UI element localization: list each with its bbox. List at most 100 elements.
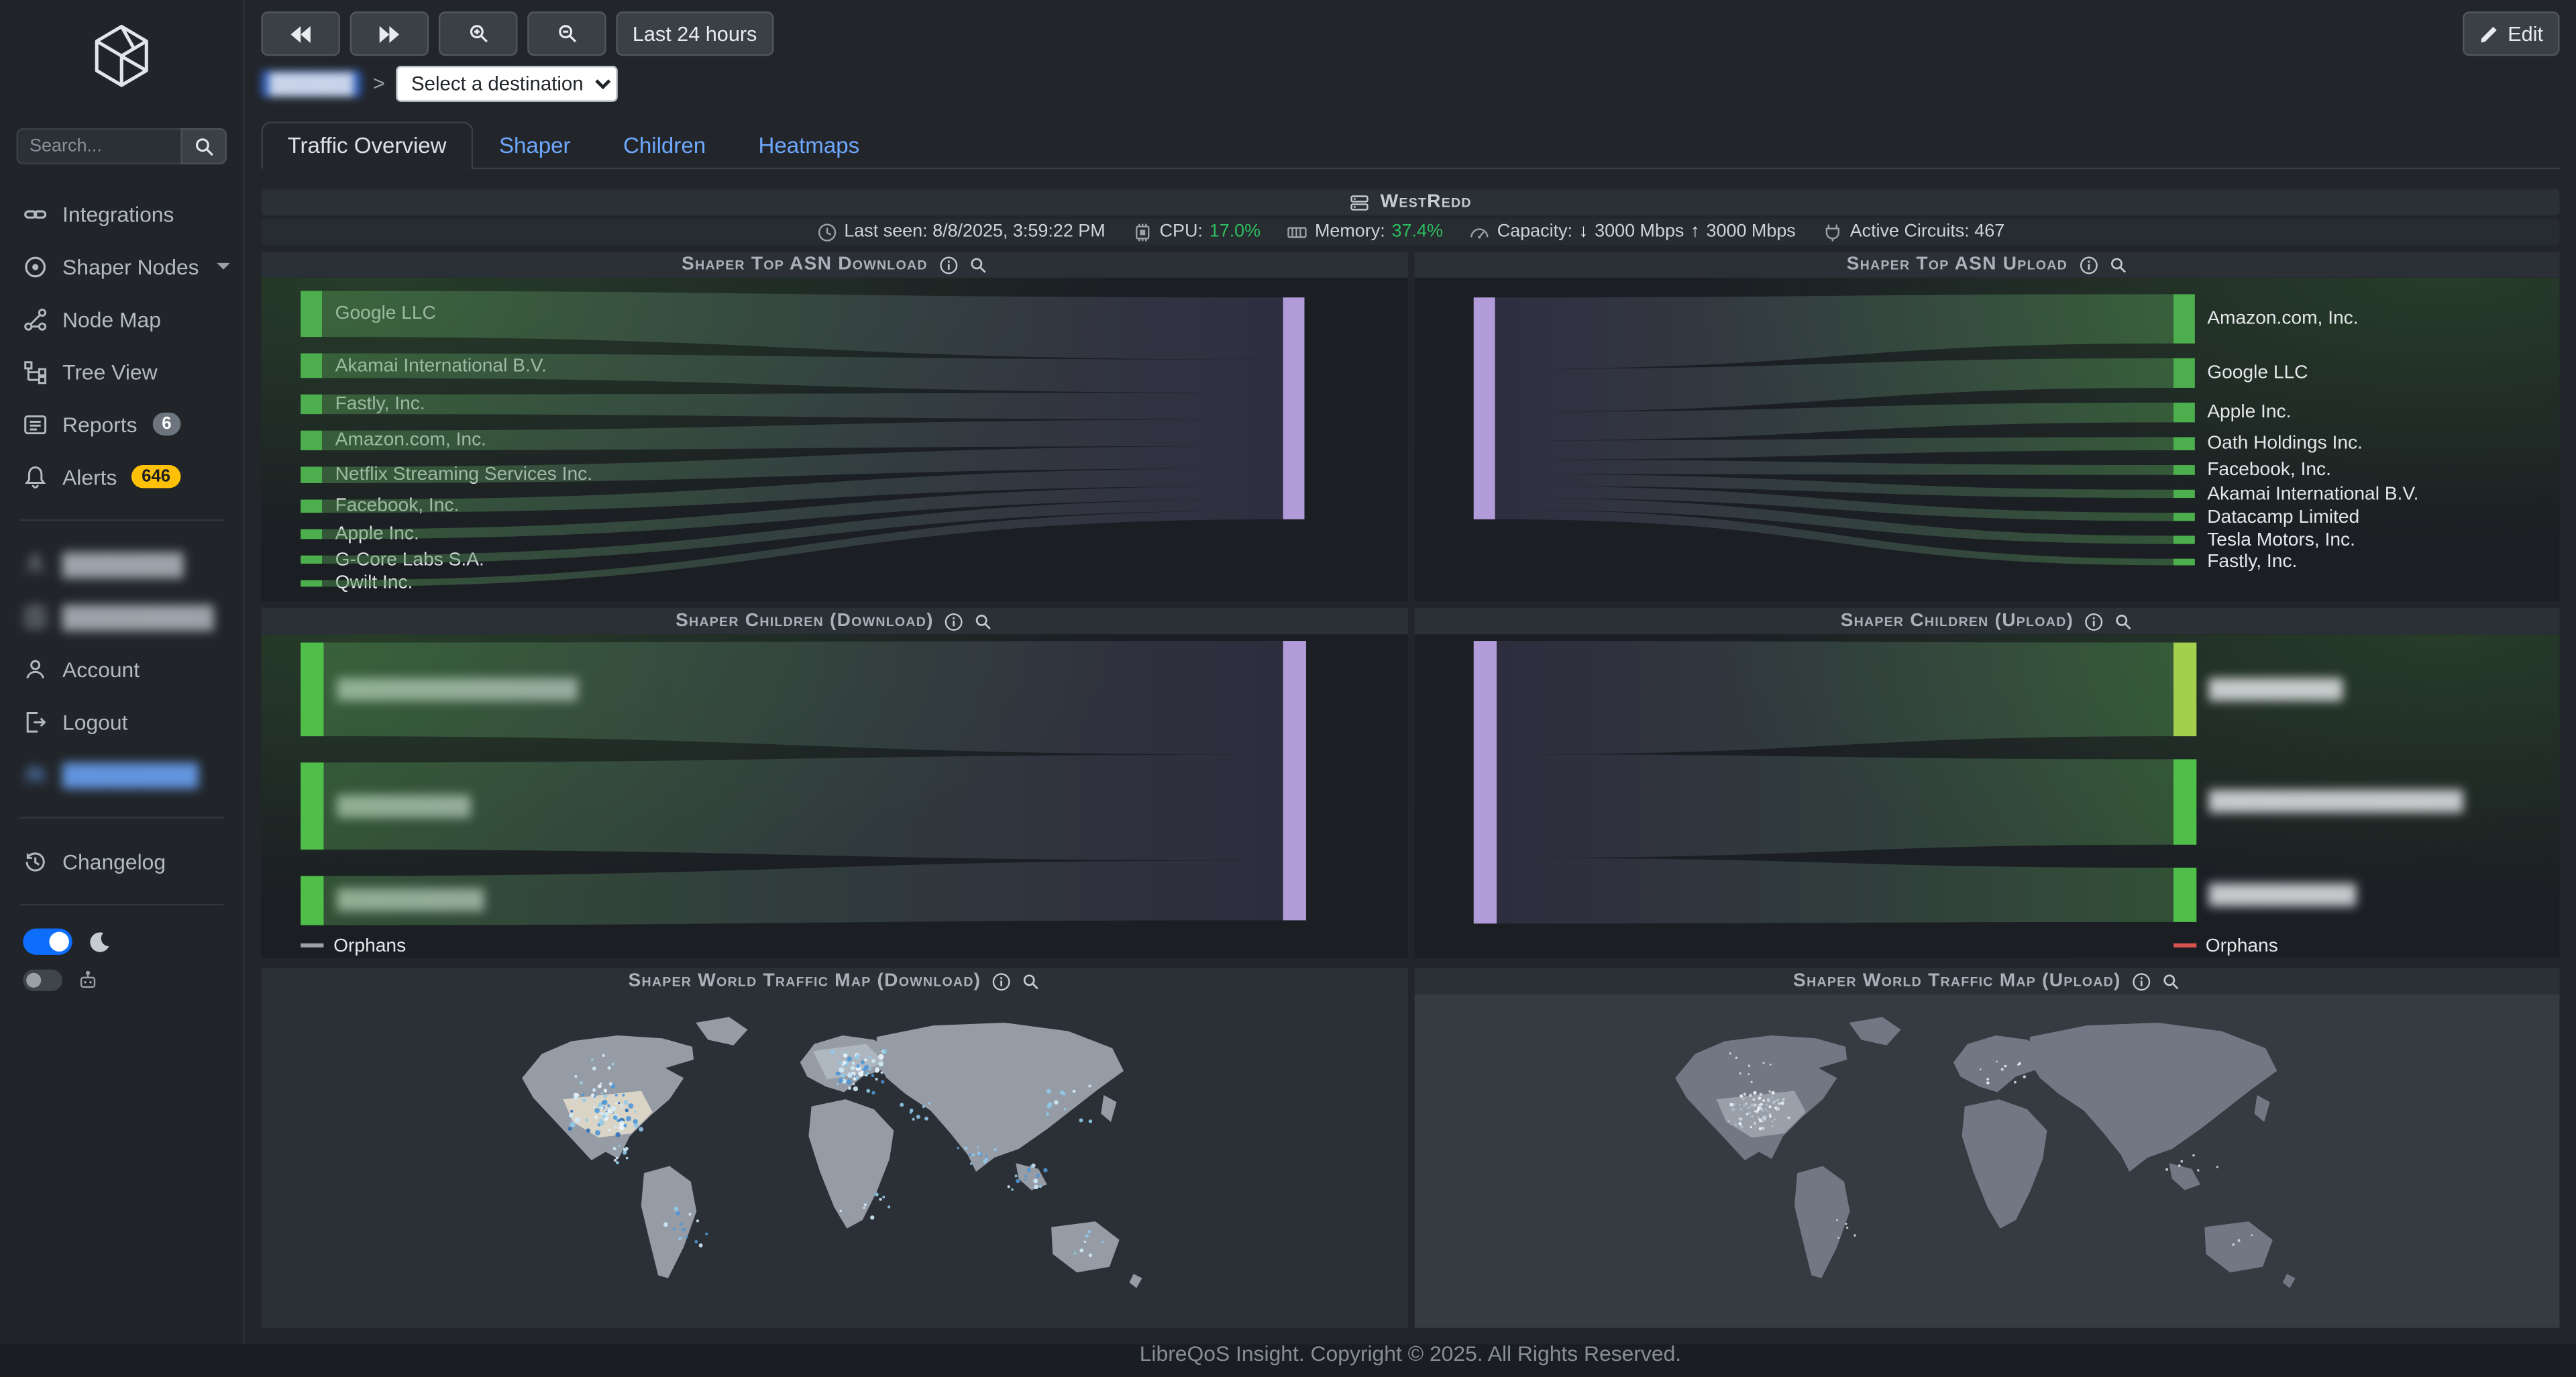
- time-range-label: Last 24 hours: [633, 22, 757, 45]
- sidebar-item-changelog[interactable]: Changelog: [0, 835, 243, 887]
- stat-memory: Memory:37.4%: [1287, 221, 1443, 242]
- info-icon[interactable]: [992, 972, 1010, 990]
- gauge-icon: [1469, 221, 1491, 242]
- sidebar-item-label: Reports: [62, 411, 138, 436]
- person-badge-icon: [23, 604, 48, 629]
- info-icon[interactable]: [945, 612, 963, 630]
- breadcrumb-separator: >: [373, 72, 385, 95]
- zoom-in-icon: [468, 23, 489, 44]
- stat-capacity: Capacity: ↓3000 Mbps ↑3000 Mbps: [1469, 221, 1796, 242]
- info-icon[interactable]: [2133, 972, 2151, 990]
- sidebar-item-user-redacted-2[interactable]: ██████████: [0, 590, 243, 642]
- world-map-upload: [1413, 994, 2559, 1328]
- edit-button[interactable]: Edit: [2463, 11, 2559, 56]
- info-icon[interactable]: [2085, 612, 2103, 630]
- up-arrow: ↑: [1690, 222, 1699, 242]
- node-name: WestRedd: [1381, 193, 1472, 212]
- world-map-svg: [261, 994, 1407, 1328]
- magnifier-icon[interactable]: [969, 256, 987, 274]
- person-icon: [23, 656, 48, 681]
- rewind-icon: [289, 24, 312, 44]
- sidebar-item-redacted-link[interactable]: █████████: [0, 748, 243, 800]
- server-icon: [1349, 191, 1371, 213]
- time-back-button[interactable]: [261, 11, 340, 56]
- sidebar-item-logout[interactable]: Logout: [0, 695, 243, 748]
- sidebar-item-user-redacted-1[interactable]: ████████: [0, 538, 243, 590]
- people-icon: [23, 762, 48, 786]
- destination-select[interactable]: Select a destination: [396, 66, 619, 102]
- chevron-down-icon: [217, 263, 231, 270]
- search-button[interactable]: [180, 128, 227, 164]
- memory-value: 37.4%: [1392, 222, 1443, 242]
- tab-heatmaps[interactable]: Heatmaps: [732, 121, 885, 169]
- divider: [19, 519, 223, 521]
- alerts-badge: 646: [131, 464, 180, 489]
- footer: LibreQoS Insight. Copyright © 2025. All …: [261, 1328, 2559, 1377]
- sidebar-item-label: Tree View: [62, 359, 158, 384]
- world-map-svg: [1413, 994, 2559, 1328]
- stat-last-seen: Last seen: 8/8/2025, 3:59:22 PM: [816, 221, 1106, 242]
- sidebar-item-alerts[interactable]: Alerts 646: [0, 450, 243, 503]
- sidebar-item-integrations[interactable]: Integrations: [0, 187, 243, 240]
- info-icon[interactable]: [2079, 256, 2097, 274]
- magnifier-icon[interactable]: [2108, 256, 2127, 274]
- sidebar-item-account[interactable]: Account: [0, 643, 243, 695]
- magnifier-icon[interactable]: [2162, 972, 2180, 990]
- sidebar-item-label: ████████: [62, 552, 183, 576]
- sidebar-item-label: Node Map: [62, 307, 161, 332]
- edit-label: Edit: [2508, 22, 2543, 45]
- sidebar-item-label: Account: [62, 656, 140, 681]
- time-forward-button[interactable]: [350, 11, 429, 56]
- search-icon: [193, 136, 215, 157]
- sidebar-item-label: Logout: [62, 709, 127, 734]
- sidebar-item-tree-view[interactable]: Tree View: [0, 345, 243, 397]
- toolbar: Last 24 hours Edit: [261, 13, 2559, 54]
- sidebar-item-reports[interactable]: Reports 6: [0, 398, 243, 450]
- app-logo[interactable]: [0, 0, 243, 115]
- tab-children[interactable]: Children: [597, 121, 733, 169]
- cube-logo-icon: [85, 19, 158, 92]
- panel-children-download: Shaper Children (Download) █████████████…: [261, 608, 1407, 958]
- panel-title: Shaper Children (Upload): [1841, 611, 2074, 631]
- plug-icon: [1822, 221, 1843, 242]
- panel-title: Shaper World Traffic Map (Download): [628, 971, 981, 990]
- sidebar-item-label: Integrations: [62, 201, 174, 226]
- panel-title: Shaper World Traffic Map (Upload): [1793, 971, 2121, 990]
- cpu-icon: [1132, 221, 1153, 242]
- magnifier-icon[interactable]: [1022, 972, 1040, 990]
- secondary-toggle[interactable]: [23, 970, 62, 991]
- magnifier-icon[interactable]: [975, 612, 993, 630]
- sankey-children-download: ███████████████████████████████████████O…: [261, 634, 1407, 958]
- divider: [19, 904, 223, 905]
- sidebar-item-label: ██████████: [62, 604, 214, 629]
- tab-bar: Traffic Overview Shaper Children Heatmap…: [261, 117, 2559, 169]
- info-icon[interactable]: [939, 256, 957, 274]
- zoom-out-icon: [556, 23, 578, 44]
- breadcrumb: ██████ > Select a destination: [261, 66, 2559, 102]
- stat-cpu: CPU:17.0%: [1132, 221, 1260, 242]
- tab-shaper[interactable]: Shaper: [473, 121, 597, 169]
- sidebar-item-shaper-nodes[interactable]: Shaper Nodes: [0, 240, 243, 293]
- node-map-icon: [23, 307, 48, 332]
- panel-title: Shaper Top ASN Upload: [1847, 255, 2068, 274]
- memory-icon: [1287, 221, 1308, 242]
- footer-text: LibreQoS Insight. Copyright © 2025. All …: [1140, 1340, 1681, 1365]
- dark-mode-toggle[interactable]: [23, 929, 72, 955]
- breadcrumb-node[interactable]: ██████: [261, 70, 361, 97]
- sidebar-item-label: Shaper Nodes: [62, 254, 199, 278]
- sidebar: Integrations Shaper Nodes Node Map Tree …: [0, 0, 245, 1344]
- robot-icon: [77, 970, 99, 991]
- sidebar-item-node-map[interactable]: Node Map: [0, 293, 243, 345]
- time-range-button[interactable]: Last 24 hours: [616, 11, 773, 56]
- zoom-in-button[interactable]: [439, 11, 518, 56]
- magnifier-icon[interactable]: [2114, 612, 2133, 630]
- node-header: WestRedd: [261, 189, 2559, 215]
- panel-map-upload: Shaper World Traffic Map (Upload): [1413, 968, 2559, 1327]
- sidebar-item-label: Alerts: [62, 464, 117, 489]
- sankey-asn-download: Google LLCAkamai International B.V.Fastl…: [261, 278, 1407, 601]
- zoom-out-button[interactable]: [527, 11, 606, 56]
- tab-traffic-overview[interactable]: Traffic Overview: [261, 121, 472, 169]
- panel-asn-upload: Shaper Top ASN Upload Amazon.com, Inc.Go…: [1413, 252, 2559, 602]
- tree-view-icon: [23, 359, 48, 384]
- search-input[interactable]: [16, 128, 180, 164]
